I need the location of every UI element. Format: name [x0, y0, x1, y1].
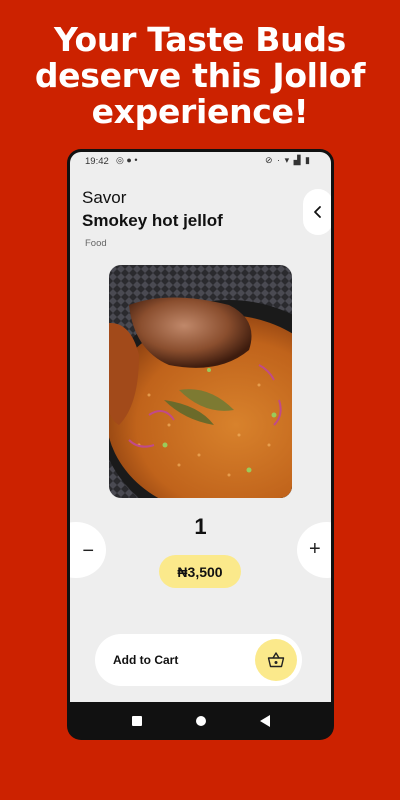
jollof-rice-with-chicken-photo [109, 265, 292, 498]
status-time: 19:42 [85, 156, 109, 167]
notification-icons: ◎ ● • [116, 155, 137, 166]
add-to-cart-bar[interactable]: Add to Cart [95, 634, 302, 686]
product-category: Food [85, 238, 107, 249]
battery-icon: ▮ [305, 155, 311, 165]
status-bar: 19:42 ◎ ● • ⊘ · ▾ ▟ ▮ [70, 152, 331, 170]
home-icon[interactable] [195, 716, 206, 726]
promo-headline: Your Taste Buds deserve this Jollof expe… [34, 20, 366, 131]
phone-frame: 19:42 ◎ ● • ⊘ · ▾ ▟ ▮ Savor Smokey hot j… [67, 149, 334, 740]
add-to-cart-button[interactable] [255, 639, 297, 681]
minus-icon: − [82, 540, 94, 562]
recent-apps-icon[interactable] [131, 716, 142, 726]
mute-icon: ⊘ [264, 155, 274, 165]
back-triangle-icon[interactable] [259, 715, 270, 727]
chat-icon: ● [126, 155, 132, 165]
brand-name: Savor [82, 188, 127, 207]
product-title: Smokey hot jellof [82, 211, 223, 230]
system-icons: ⊘ · ▾ ▟ ▮ [265, 155, 311, 166]
app-screen: 19:42 ◎ ● • ⊘ · ▾ ▟ ▮ Savor Smokey hot j… [70, 152, 331, 702]
wifi-icon: ▾ [284, 155, 291, 165]
signal-dot-icon: · [277, 155, 282, 165]
add-to-cart-label: Add to Cart [113, 653, 179, 667]
product-image [109, 265, 292, 498]
plus-icon: + [309, 538, 321, 560]
quantity-value: 1 [194, 514, 207, 539]
chevron-left-icon [314, 206, 321, 218]
price-badge: ₦3,500 [159, 555, 241, 588]
system-nav-bar [67, 702, 334, 740]
dot-icon: • [134, 155, 138, 165]
basket-icon [267, 652, 285, 668]
cell-signal-icon: ▟ [293, 155, 302, 165]
back-button[interactable] [303, 189, 331, 235]
whatsapp-icon: ◎ [116, 155, 124, 165]
